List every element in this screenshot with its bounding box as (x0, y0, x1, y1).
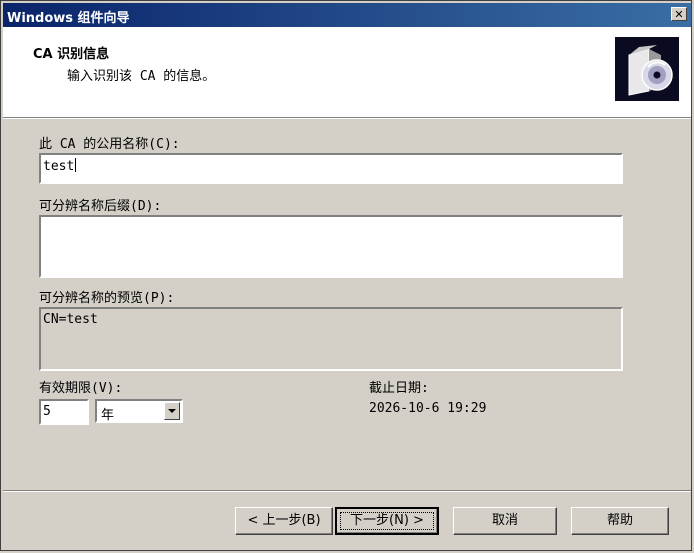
wizard-window: Windows 组件向导 ✕ CA 识别信息 输入识别该 CA 的信息。 此 C… (0, 0, 692, 551)
help-button-label: 帮助 (606, 513, 633, 528)
chevron-down-icon[interactable] (164, 402, 180, 420)
next-button[interactable]: 下一步(N) > (335, 507, 439, 535)
dn-preview-label: 可分辨名称的预览(P): (39, 291, 175, 306)
window-title: Windows 组件向导 (7, 11, 130, 26)
wizard-package-cd-icon (615, 37, 679, 101)
text-caret (75, 158, 77, 172)
cancel-button-label: 取消 (491, 513, 518, 528)
back-button-label: < 上一步(B) (247, 513, 321, 528)
wizard-header: CA 识别信息 输入识别该 CA 的信息。 (3, 27, 691, 118)
close-button[interactable]: ✕ (671, 7, 687, 21)
validity-label: 有效期限(V): (39, 381, 123, 396)
dn-suffix-label: 可分辨名称后缀(D): (39, 199, 162, 214)
back-button[interactable]: < 上一步(B) (235, 507, 333, 535)
validity-unit-value: 年 (101, 408, 115, 423)
expiry-label: 截止日期: (369, 381, 429, 396)
header-divider (3, 118, 691, 119)
validity-unit-select[interactable]: 年 (95, 399, 183, 423)
page-subtitle: 输入识别该 CA 的信息。 (67, 69, 216, 84)
footer-divider-highlight (3, 491, 691, 492)
expiry-value: 2026-10-6 19:29 (369, 401, 487, 416)
page-title: CA 识别信息 (33, 47, 110, 62)
focus-rect (340, 512, 434, 530)
common-name-label: 此 CA 的公用名称(C): (39, 137, 180, 152)
dn-preview-value: CN=test (43, 312, 98, 327)
cancel-button[interactable]: 取消 (453, 507, 557, 535)
help-button[interactable]: 帮助 (571, 507, 669, 535)
title-bar[interactable]: Windows 组件向导 ✕ (3, 3, 691, 27)
common-name-value: test (43, 159, 75, 174)
validity-value: 5 (43, 404, 51, 419)
dn-suffix-input[interactable] (39, 215, 623, 278)
dn-preview-box[interactable]: CN=test (39, 307, 623, 371)
common-name-input[interactable]: test (39, 153, 623, 184)
close-icon: ✕ (674, 8, 684, 21)
validity-input[interactable]: 5 (39, 399, 89, 425)
